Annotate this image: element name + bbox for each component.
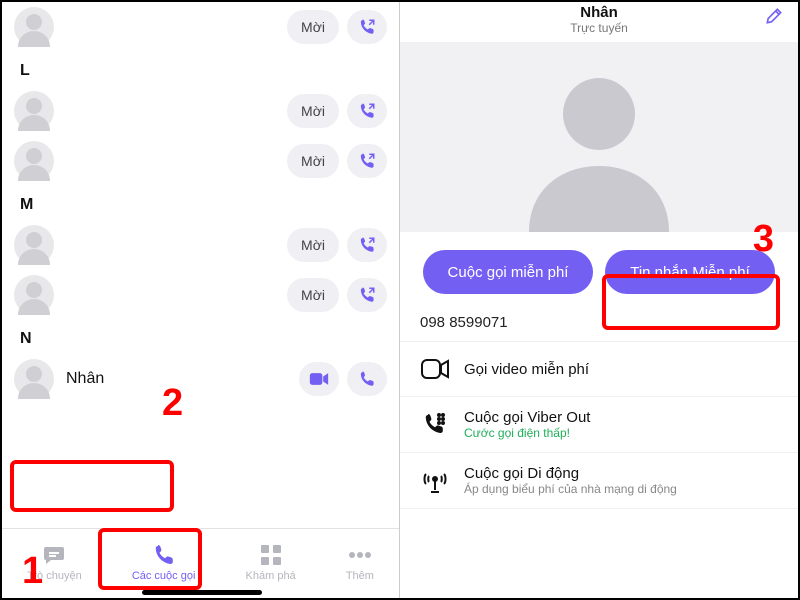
profile-avatar <box>400 42 798 232</box>
tab-label: Trò chuyện <box>27 570 82 582</box>
tab-bar: Trò chuyện Các cuộc gọi Khám phá Thêm <box>2 528 399 598</box>
video-call-button[interactable] <box>299 362 339 396</box>
tab-more[interactable]: Thêm <box>346 542 374 582</box>
grid-icon <box>258 542 284 568</box>
contact-row[interactable]: Mời <box>14 220 387 270</box>
option-label: Gọi video miễn phí <box>464 361 589 378</box>
call-button[interactable] <box>347 144 387 178</box>
section-header-M: M <box>20 196 387 214</box>
call-button[interactable] <box>347 228 387 262</box>
section-header-L: L <box>20 62 387 80</box>
chat-icon <box>41 542 67 568</box>
call-button[interactable] <box>347 362 387 396</box>
invite-button[interactable]: Mời <box>287 144 339 178</box>
contact-row[interactable]: Mời <box>14 136 387 186</box>
option-sublabel: Cước gọi điện thấp! <box>464 426 590 440</box>
option-video-call[interactable]: Gọi video miễn phí <box>400 342 798 397</box>
home-indicator <box>142 590 262 595</box>
edit-icon[interactable] <box>764 6 784 26</box>
contact-detail-panel: Nhân Trực tuyến Cuộc gọi miễn phí Tin nh… <box>400 2 798 598</box>
avatar <box>14 91 54 131</box>
invite-button[interactable]: Mời <box>287 228 339 262</box>
contact-title: Nhân <box>400 4 798 21</box>
tab-chat[interactable]: Trò chuyện <box>27 542 82 582</box>
option-label: Cuộc gọi Di động <box>464 465 677 482</box>
contact-status: Trực tuyến <box>400 21 798 35</box>
contacts-list: Mời L Mời Mời M <box>2 2 399 528</box>
avatar <box>14 225 54 265</box>
detail-header: Nhân Trực tuyến <box>400 2 798 42</box>
video-icon <box>420 354 450 384</box>
call-button[interactable] <box>347 278 387 312</box>
more-icon <box>347 542 373 568</box>
call-button[interactable] <box>347 94 387 128</box>
viberout-icon <box>420 410 450 440</box>
options-list: Gọi video miễn phí Cuộc gọi Viber Out Cư… <box>400 341 798 509</box>
contact-row-nhan[interactable]: Nhân <box>14 354 387 404</box>
avatar <box>14 141 54 181</box>
call-button[interactable] <box>347 10 387 44</box>
invite-button[interactable]: Mời <box>287 10 339 44</box>
option-mobile-call[interactable]: Cuộc gọi Di động Áp dụng biểu phí của nh… <box>400 453 798 509</box>
free-message-button[interactable]: Tin nhắn Miễn phí <box>605 250 775 294</box>
cta-row: Cuộc gọi miễn phí Tin nhắn Miễn phí <box>400 232 798 308</box>
option-viber-out[interactable]: Cuộc gọi Viber Out Cước gọi điện thấp! <box>400 397 798 453</box>
avatar <box>14 359 54 399</box>
invite-button[interactable]: Mời <box>287 278 339 312</box>
tab-calls[interactable]: Các cuộc gọi <box>132 542 196 582</box>
contact-row[interactable]: Mời <box>14 2 387 52</box>
contacts-panel: Mời L Mời Mời M <box>2 2 400 598</box>
option-sublabel: Áp dụng biểu phí của nhà mạng di động <box>464 482 677 496</box>
avatar <box>14 275 54 315</box>
avatar <box>14 7 54 47</box>
tab-label: Khám phá <box>246 570 296 582</box>
free-call-button[interactable]: Cuộc gọi miễn phí <box>423 250 593 294</box>
phone-number[interactable]: 098 8599071 <box>400 308 798 341</box>
section-header-N: N <box>20 330 387 348</box>
phone-icon <box>151 542 177 568</box>
tab-discover[interactable]: Khám phá <box>246 542 296 582</box>
tab-label: Thêm <box>346 570 374 582</box>
tab-label: Các cuộc gọi <box>132 570 196 582</box>
contact-row[interactable]: Mời <box>14 270 387 320</box>
option-label: Cuộc gọi Viber Out <box>464 409 590 426</box>
invite-button[interactable]: Mời <box>287 94 339 128</box>
antenna-icon <box>420 466 450 496</box>
contact-row[interactable]: Mời <box>14 86 387 136</box>
contact-name: Nhân <box>66 370 299 388</box>
